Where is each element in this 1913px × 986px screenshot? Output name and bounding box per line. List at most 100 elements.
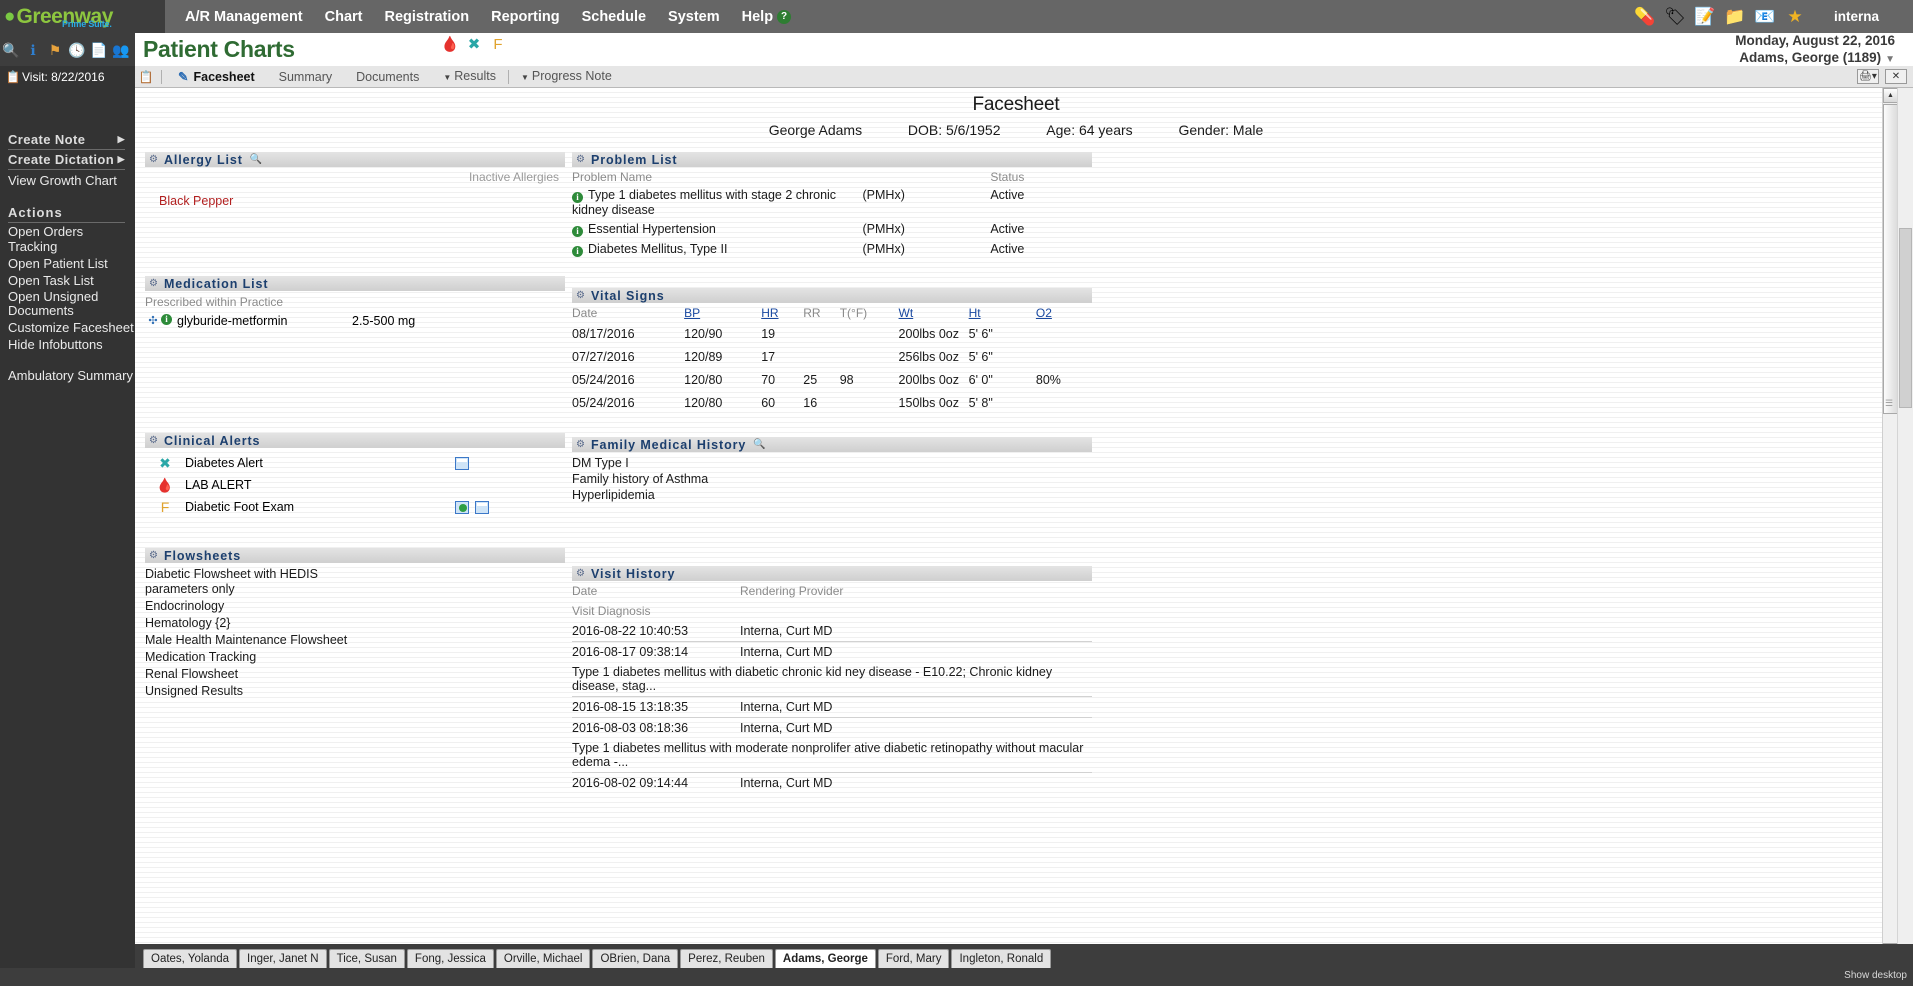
flowsheet-item[interactable]: Diabetic Flowsheet with HEDIS parameters… bbox=[145, 566, 375, 598]
brand-logo[interactable]: ● Greenway Prime Suite. bbox=[0, 0, 165, 33]
vitals-bp-col-header[interactable]: BP bbox=[684, 303, 761, 323]
flowsheet-item[interactable]: Renal Flowsheet bbox=[145, 666, 565, 683]
search-icon[interactable]: 🔍 bbox=[250, 154, 262, 165]
menu-system[interactable]: System bbox=[657, 9, 731, 25]
inner-vertical-scrollbar[interactable]: ▲ ☰ ▼ bbox=[1882, 88, 1898, 958]
sidebar-item-customize-facesheet[interactable]: Customize Facesheet bbox=[0, 319, 135, 336]
flowsheet-item[interactable]: Male Health Maintenance Flowsheet bbox=[145, 632, 565, 649]
table-row[interactable]: 2016-08-03 08:18:36 Interna, Curt MD bbox=[572, 718, 1092, 739]
show-desktop-button[interactable]: Show desktop bbox=[1844, 970, 1907, 981]
table-row[interactable]: 07/27/2016 120/89 17 256lbs 0oz 5' 6" bbox=[572, 346, 1092, 369]
pill-icon[interactable]: 💊 bbox=[1630, 8, 1660, 25]
outer-scrollbar-thumb[interactable] bbox=[1899, 228, 1912, 408]
sidebar-item-open-task-list[interactable]: Open Task List bbox=[0, 272, 135, 289]
family-history-item[interactable]: Hyperlipidemia bbox=[572, 487, 1092, 503]
info-icon[interactable]: i bbox=[572, 226, 583, 237]
table-row[interactable]: i Type 1 diabetes mellitus with stage 2 c… bbox=[572, 186, 1092, 220]
flowsheets-header[interactable]: ⚙ Flowsheets bbox=[145, 548, 565, 563]
window-icon[interactable] bbox=[475, 500, 489, 514]
foot-exam-icon[interactable]: F bbox=[488, 34, 508, 56]
current-user-label[interactable]: interna bbox=[1834, 9, 1879, 24]
search-icon[interactable]: 🔍 bbox=[753, 439, 765, 450]
patient-tab[interactable]: Oates, Yolanda bbox=[143, 949, 238, 968]
info-icon[interactable]: i bbox=[161, 314, 172, 325]
vitals-o2-col-header[interactable]: O2 bbox=[1036, 303, 1092, 323]
document-icon[interactable]: 📄 bbox=[88, 43, 110, 57]
mail-icon[interactable]: 📧 bbox=[1750, 8, 1780, 25]
scrollbar-thumb[interactable] bbox=[1883, 104, 1898, 414]
menu-help[interactable]: Help? bbox=[731, 9, 802, 25]
gear-icon[interactable]: ⚙ bbox=[149, 435, 158, 446]
table-row[interactable]: 2016-08-17 09:38:14 Interna, Curt MD bbox=[572, 642, 1092, 663]
close-icon[interactable]: ✕ bbox=[1885, 69, 1907, 84]
gear-icon[interactable]: ⚙ bbox=[576, 568, 585, 579]
menu-reporting[interactable]: Reporting bbox=[480, 9, 570, 25]
allergy-item[interactable]: Black Pepper bbox=[145, 194, 565, 208]
table-row[interactable]: i Essential Hypertension (PMHx) Active bbox=[572, 220, 1092, 240]
flowsheet-item[interactable]: Unsigned Results bbox=[145, 683, 565, 700]
medication-row[interactable]: ✣ i glyburide-metformin 2.5-500 mg bbox=[145, 314, 565, 328]
sidebar-item-create-note[interactable]: Create Note ▶ bbox=[8, 130, 125, 150]
sidebar-item-open-unsigned-documents[interactable]: Open Unsigned Documents bbox=[0, 289, 135, 319]
notepad-icon[interactable]: 📝 bbox=[1690, 8, 1720, 25]
menu-registration[interactable]: Registration bbox=[374, 9, 481, 25]
menu-ar-management[interactable]: A/R Management bbox=[174, 9, 314, 25]
patient-tab[interactable]: Ingleton, Ronald bbox=[951, 949, 1052, 968]
table-row[interactable]: 2016-08-02 09:14:44 Interna, Curt MD bbox=[572, 773, 1092, 794]
scroll-up-icon[interactable]: ▲ bbox=[1883, 88, 1898, 103]
vitals-ht-col-header[interactable]: Ht bbox=[969, 303, 1036, 323]
star-icon[interactable]: ★ bbox=[1780, 8, 1810, 25]
medication-list-header[interactable]: ⚙ Medication List bbox=[145, 276, 565, 291]
family-medical-history-header[interactable]: ⚙ Family Medical History 🔍 bbox=[572, 437, 1092, 452]
vitals-wt-link[interactable]: Wt bbox=[899, 306, 914, 320]
family-history-item[interactable]: Family history of Asthma bbox=[572, 471, 1092, 487]
patient-tab[interactable]: Fong, Jessica bbox=[406, 949, 494, 968]
tab-results[interactable]: ▼ Results bbox=[431, 65, 508, 89]
table-row[interactable]: 05/24/2016 120/80 70 25 98 200lbs 0oz 6'… bbox=[572, 369, 1092, 392]
sidebar-item-open-patient-list[interactable]: Open Patient List bbox=[0, 255, 135, 272]
table-row[interactable]: 2016-08-22 10:40:53 Interna, Curt MD bbox=[572, 621, 1092, 642]
clinical-alert-row[interactable]: F Diabetic Foot Exam bbox=[145, 496, 565, 518]
menu-chart[interactable]: Chart bbox=[314, 9, 374, 25]
vitals-hr-col-header[interactable]: HR bbox=[761, 303, 803, 323]
sidebar-item-create-dictation[interactable]: Create Dictation ▶ bbox=[8, 150, 125, 170]
patient-tab[interactable]: OBrien, Dana bbox=[592, 949, 679, 968]
allergy-list-header[interactable]: ⚙ Allergy List 🔍 bbox=[145, 152, 565, 167]
vitals-o2-link[interactable]: O2 bbox=[1036, 306, 1052, 320]
tab-progress-note[interactable]: ▼ Progress Note bbox=[509, 65, 624, 89]
flowsheet-item[interactable]: Medication Tracking bbox=[145, 649, 565, 666]
sidebar-item-hide-infobuttons[interactable]: Hide Infobuttons bbox=[0, 336, 135, 353]
gear-icon[interactable]: ⚙ bbox=[149, 278, 158, 289]
folder-icon[interactable]: 📁 bbox=[1720, 8, 1750, 25]
patient-tab[interactable]: Perez, Reuben bbox=[680, 949, 773, 968]
group-icon[interactable]: 👥 bbox=[110, 43, 132, 57]
outer-vertical-scrollbar[interactable] bbox=[1897, 88, 1913, 958]
tab-facesheet[interactable]: ✎ Facesheet bbox=[166, 66, 267, 88]
info-icon[interactable]: i bbox=[572, 192, 583, 203]
flowsheet-item[interactable]: Endocrinology bbox=[145, 598, 565, 615]
patient-tab[interactable]: Inger, Janet N bbox=[239, 949, 327, 968]
gear-icon[interactable]: ⚙ bbox=[576, 439, 585, 450]
clinical-alerts-header[interactable]: ⚙ Clinical Alerts bbox=[145, 433, 565, 448]
vitals-hr-link[interactable]: HR bbox=[761, 306, 778, 320]
family-history-item[interactable]: DM Type I bbox=[572, 455, 1092, 471]
prescription-icon[interactable]: 🏷 bbox=[1660, 8, 1690, 25]
table-row[interactable]: 08/17/2016 120/90 19 200lbs 0oz 5' 6" bbox=[572, 323, 1092, 346]
patient-selector[interactable]: Adams, George (1189) ▼ bbox=[1739, 50, 1895, 65]
clinical-alert-row[interactable]: ✖ Diabetes Alert bbox=[145, 452, 565, 474]
chart-note-icon[interactable]: 📋 bbox=[135, 70, 157, 84]
gear-icon[interactable]: ⚙ bbox=[576, 154, 585, 165]
sidebar-item-ambulatory-summary[interactable]: Ambulatory Summary bbox=[0, 367, 135, 384]
diabetes-alert-icon[interactable]: ✖ bbox=[464, 34, 484, 56]
patient-clock-icon[interactable]: 🕓 bbox=[66, 43, 88, 57]
table-row[interactable]: 2016-08-15 13:18:35 Interna, Curt MD bbox=[572, 696, 1092, 718]
menu-schedule[interactable]: Schedule bbox=[571, 9, 657, 25]
tab-documents[interactable]: Documents bbox=[344, 66, 431, 88]
table-row[interactable]: i Diabetes Mellitus, Type II (PMHx) Activ… bbox=[572, 240, 1092, 260]
patient-tab[interactable]: Tice, Susan bbox=[328, 949, 405, 968]
blood-icon[interactable]: 🩸 bbox=[440, 34, 460, 56]
patient-tab-active[interactable]: Adams, George bbox=[774, 949, 876, 968]
vitals-bp-link[interactable]: BP bbox=[684, 306, 700, 320]
clinical-alert-row[interactable]: 🩸 LAB ALERT bbox=[145, 474, 565, 496]
help-badge-icon[interactable]: ? bbox=[777, 9, 792, 24]
